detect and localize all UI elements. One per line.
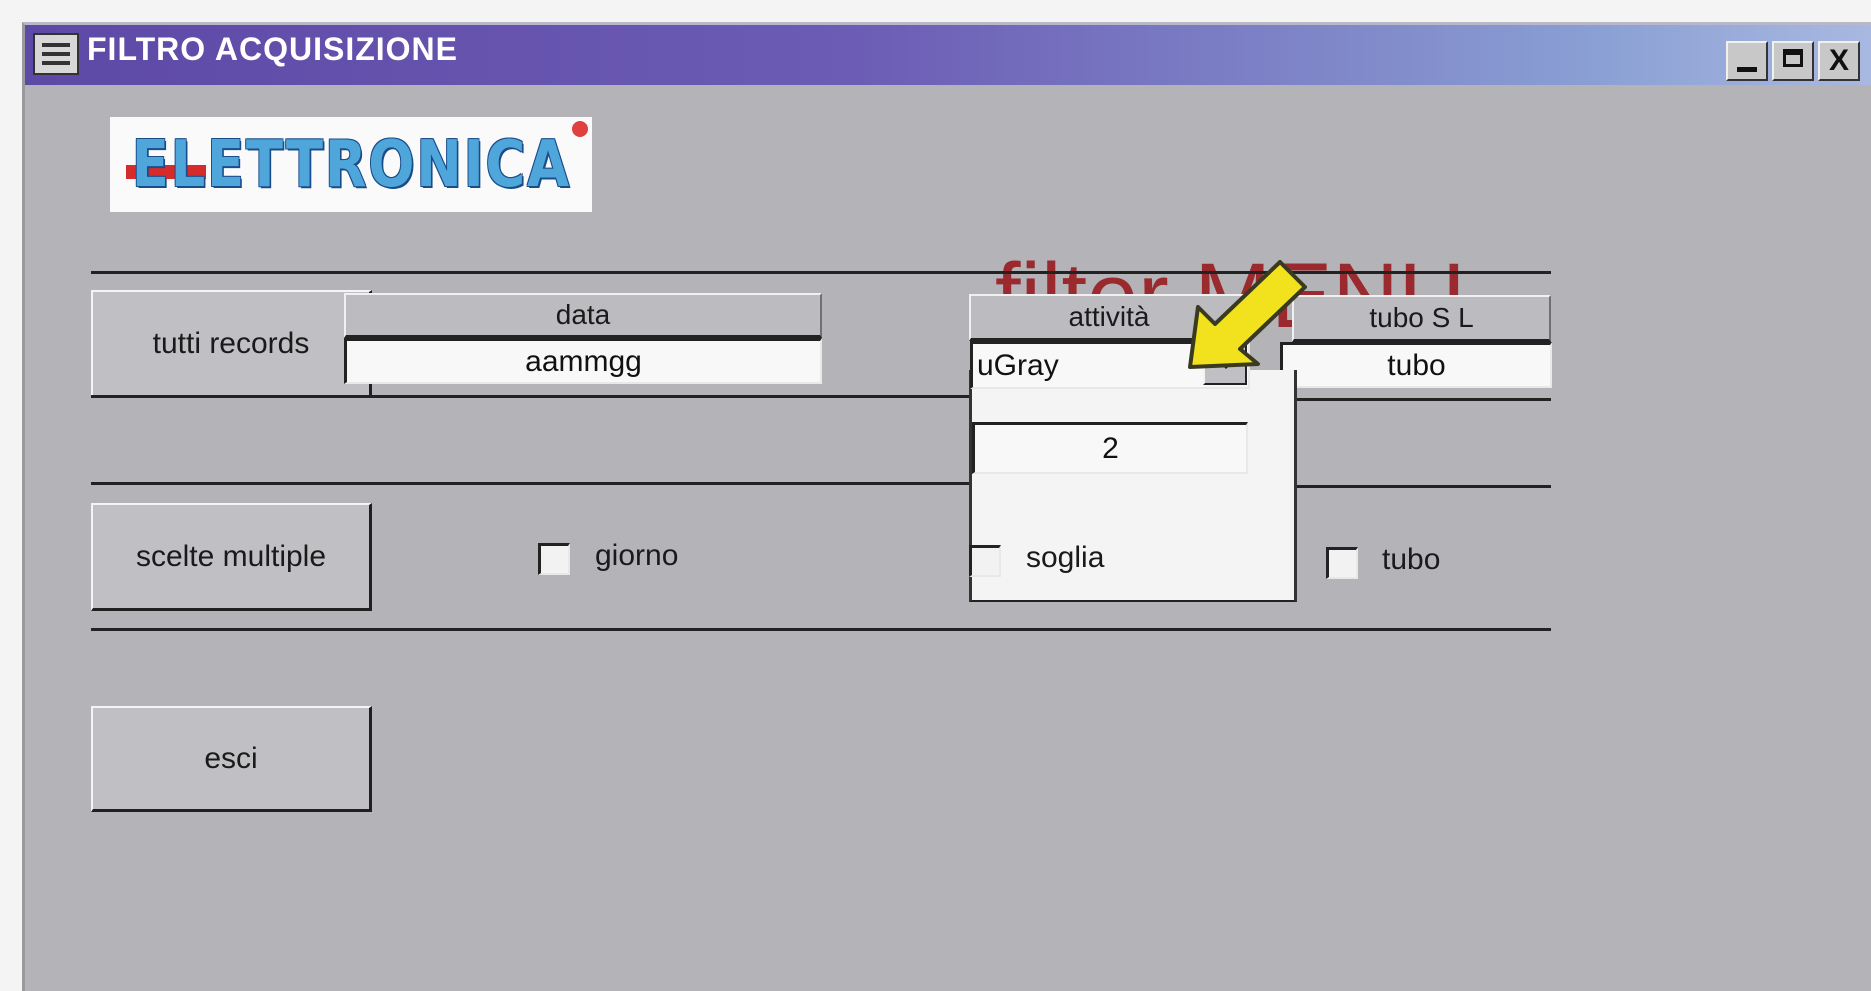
column-header-tubo: tubo S L [1292, 295, 1551, 342]
divider-row2 [91, 482, 969, 485]
tubo-label: tubo [1382, 543, 1441, 576]
multiple-choices-button[interactable]: scelte multiple [91, 503, 372, 611]
maximize-button[interactable] [1772, 41, 1814, 81]
giorno-label: giorno [595, 539, 679, 572]
exit-button[interactable]: esci [91, 706, 372, 812]
minimize-button[interactable] [1726, 41, 1768, 81]
tubo-input[interactable]: tubo [1280, 342, 1552, 388]
close-button[interactable]: X [1818, 41, 1860, 81]
window-title: FILTRO ACQUISIZIONE [87, 31, 458, 67]
registered-mark-icon [572, 121, 588, 137]
all-records-button[interactable]: tutti records [91, 290, 372, 398]
title-bar[interactable]: FILTRO ACQUISIZIONE X [25, 25, 1871, 85]
giorno-checkbox[interactable] [538, 543, 570, 575]
elettronica-logo: ELETTRONICA [110, 117, 592, 212]
minimize-icon [1737, 67, 1757, 72]
maximize-icon [1783, 49, 1803, 67]
soglia-checkbox[interactable] [969, 545, 1001, 577]
tubo-checkbox[interactable] [1326, 547, 1358, 579]
yellow-pointer-arrow-icon [1188, 260, 1307, 369]
attivita-dropdown-panel [969, 370, 1297, 602]
divider-bottom [91, 628, 1551, 631]
data-input[interactable]: aammgg [344, 338, 822, 384]
threshold-input[interactable]: 2 [972, 422, 1248, 474]
logo-text: ELETTRONICA [131, 127, 571, 202]
filter-window: FILTRO ACQUISIZIONE X ELETTRONICA filter… [22, 22, 1871, 991]
divider-top [91, 271, 1551, 274]
divider-row1-right [1297, 398, 1551, 401]
divider-row1 [91, 395, 969, 398]
divider-row2-right [1297, 485, 1551, 488]
system-menu-icon[interactable] [33, 33, 79, 75]
soglia-label: soglia [1026, 541, 1105, 574]
column-header-data: data [344, 293, 822, 338]
